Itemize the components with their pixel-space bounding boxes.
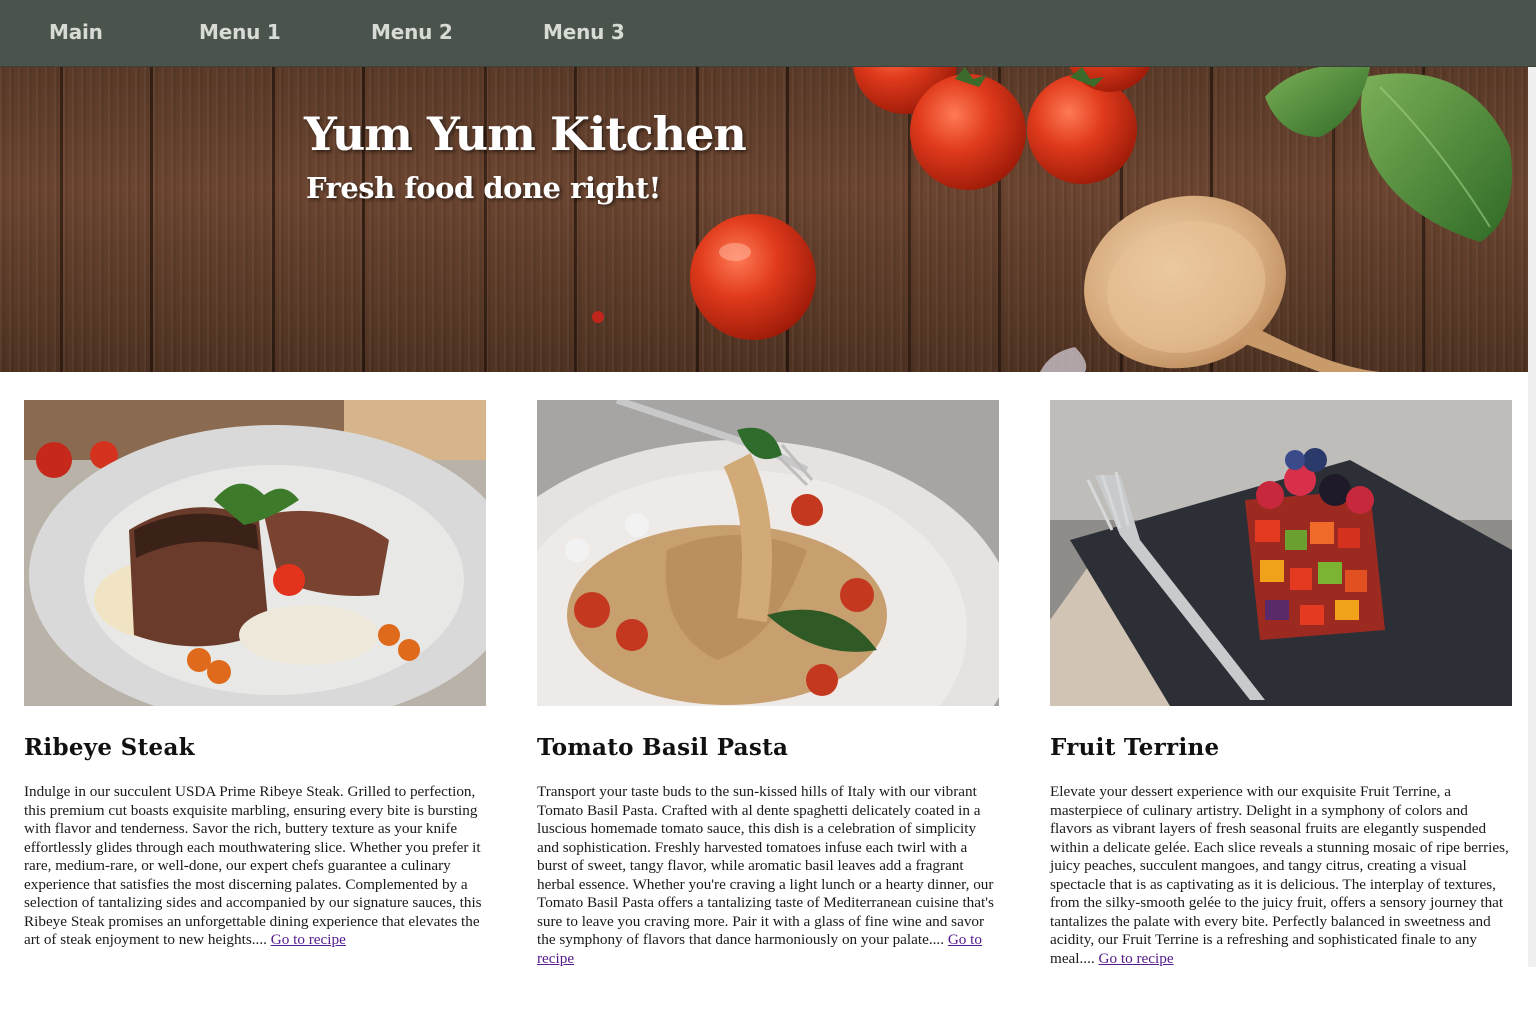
recipe-title: Fruit Terrine <box>1050 734 1220 761</box>
recipe-description: Transport your taste buds to the sun-kis… <box>537 783 994 967</box>
recipe-card-pasta: Tomato Basil Pasta Transport your taste … <box>537 400 1000 967</box>
scrollbar[interactable] <box>1528 67 1536 967</box>
recipe-card-fruit-terrine: Fruit Terrine Elevate your dessert exper… <box>1050 400 1513 967</box>
recipe-description: Indulge in our succulent USDA Prime Ribe… <box>24 783 482 948</box>
recipe-title: Ribeye Steak <box>24 734 195 761</box>
recipe-card-ribeye: Ribeye Steak Indulge in our succulent US… <box>24 400 487 948</box>
fruit-terrine-image <box>1050 400 1512 706</box>
pasta-plate-image <box>537 400 999 706</box>
nav-item-menu-2[interactable]: Menu 2 <box>371 20 453 48</box>
recipe-title: Tomato Basil Pasta <box>537 734 789 761</box>
steak-plate-image <box>24 400 486 706</box>
go-to-recipe-link[interactable]: Go to recipe <box>271 931 346 948</box>
hero-banner: Yum Yum Kitchen Fresh food done right! <box>0 67 1536 372</box>
hero-background-image <box>592 67 1512 372</box>
top-nav: Main Menu 1 Menu 2 Menu 3 <box>0 0 1536 67</box>
recipe-description: Elevate your dessert experience with our… <box>1050 783 1509 967</box>
nav-item-menu-1[interactable]: Menu 1 <box>199 20 281 48</box>
go-to-recipe-link[interactable]: Go to recipe <box>1099 950 1174 967</box>
nav-item-menu-3[interactable]: Menu 3 <box>543 20 625 48</box>
nav-item-main[interactable]: Main <box>49 20 103 48</box>
hero-subtitle: Fresh food done right! <box>306 171 661 205</box>
hero-title: Yum Yum Kitchen <box>304 107 747 161</box>
